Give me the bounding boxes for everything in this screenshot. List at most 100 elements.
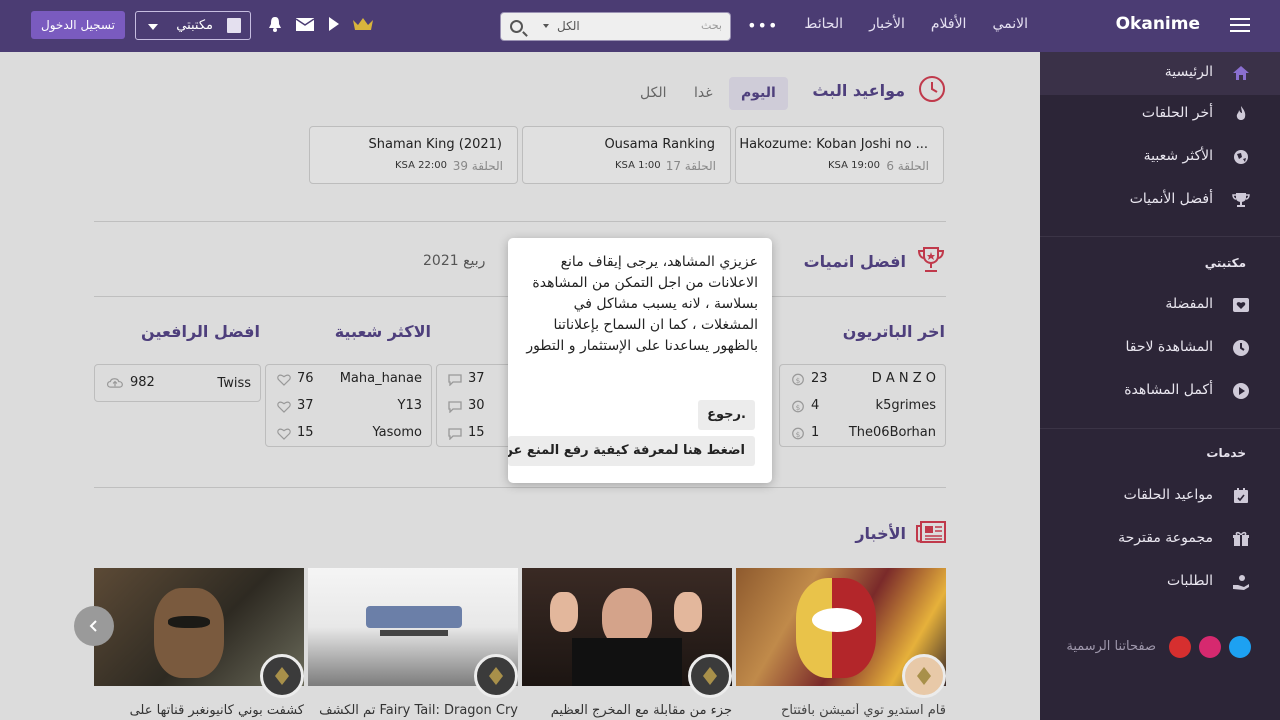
sidebar-item-label: الطلبات xyxy=(1167,573,1213,589)
sidebar-item-home[interactable]: الرئيسية xyxy=(1040,52,1280,95)
list-item[interactable]: Yasomo 15 xyxy=(266,419,431,446)
nav-anime[interactable]: الانمي xyxy=(992,16,1028,35)
user-value: 30 xyxy=(468,398,485,413)
sidebar-item-label: المشاهدة لاحقا xyxy=(1125,339,1213,355)
more-icon[interactable]: ••• xyxy=(747,16,778,35)
sidebar-item-label: أخر الحلقات xyxy=(1141,105,1213,121)
news-caption[interactable]: كشفت بوني كانيونغبر قناتها على xyxy=(94,703,304,718)
anime-name: Shaman King (2021) xyxy=(368,137,502,152)
sidebar-item-requests[interactable]: الطلبات xyxy=(1040,561,1280,604)
youtube-icon[interactable] xyxy=(1169,636,1191,658)
upload-icon xyxy=(106,378,123,388)
search-filter-select[interactable]: الكل xyxy=(557,19,580,33)
search-icon[interactable] xyxy=(510,20,523,33)
comment-icon xyxy=(448,428,462,440)
twitter-icon[interactable] xyxy=(1229,636,1251,658)
sidebar-item-suggested[interactable]: مجموعة مقترحة xyxy=(1040,518,1280,561)
bell-icon[interactable] xyxy=(268,16,282,32)
sidebar-item-label: الرئيسية xyxy=(1164,64,1213,80)
avatar[interactable] xyxy=(474,654,518,698)
nav-news[interactable]: الأخبار xyxy=(869,16,905,35)
nav-wall[interactable]: الحائط xyxy=(804,16,843,35)
clock-icon xyxy=(919,76,945,102)
coin-icon: $ xyxy=(792,427,804,440)
list-item[interactable]: k5grimes 4 $ xyxy=(780,392,945,419)
coin-icon: $ xyxy=(792,373,804,386)
sidebar-item-popular[interactable]: الأكثر شعبية xyxy=(1040,136,1280,179)
search-input[interactable]: بحث الكل xyxy=(500,12,731,41)
user-name: k5grimes xyxy=(875,398,936,413)
schedule-title: مواعيد البث xyxy=(812,81,905,100)
uploaders-title: افضل الرافعين xyxy=(141,322,260,341)
nav-movies[interactable]: الأفلام xyxy=(931,16,967,35)
crown-icon[interactable] xyxy=(352,16,374,32)
news-caption[interactable]: قام استديو توي أنميشن بافتتاح xyxy=(736,703,946,718)
chevron-down-icon xyxy=(148,24,158,30)
news-caption[interactable]: جزء من مقابلة مع المخرج العظيم xyxy=(522,703,732,718)
heart-icon xyxy=(277,401,291,413)
patreon-list: D A N Z O 23 $ k5grimes 4 $ The06Borhan 1 $ xyxy=(779,364,946,447)
user-value: 37 xyxy=(297,398,314,413)
newspaper-icon xyxy=(916,521,946,543)
user-name: Yasomo xyxy=(372,425,422,440)
user-value: 37 xyxy=(468,371,485,386)
login-button[interactable]: تسجيل الدخول xyxy=(31,11,125,39)
user-name: D A N Z O xyxy=(871,371,936,386)
episode-label: الحلقة 17 xyxy=(665,159,716,173)
sidebar-item-continue[interactable]: أكمل المشاهدة xyxy=(1040,370,1280,413)
avatar[interactable] xyxy=(902,654,946,698)
divider xyxy=(94,487,946,488)
tab-all[interactable]: الكل xyxy=(628,77,679,110)
instagram-icon[interactable] xyxy=(1199,636,1221,658)
avatar[interactable] xyxy=(688,654,732,698)
user-value: 15 xyxy=(297,425,314,440)
user-name: The06Borhan xyxy=(848,425,936,440)
list-item[interactable]: Twiss 982 xyxy=(95,365,260,401)
mail-icon[interactable] xyxy=(296,16,314,32)
schedule-card[interactable]: Shaman King (2021) الحلقة 39 KSA 22:00 xyxy=(309,126,518,184)
clock-icon xyxy=(1233,340,1249,356)
schedule-card[interactable]: Hakozume: Koban Joshi no ... الحلقة 6 KS… xyxy=(735,126,944,184)
season-label[interactable]: ربيع 2021 xyxy=(423,253,485,269)
sidebar-item-latest[interactable]: أخر الحلقات xyxy=(1040,93,1280,136)
user-value: 1 xyxy=(811,425,820,440)
brand-logo[interactable]: Okanime xyxy=(1116,14,1200,34)
menu-icon[interactable] xyxy=(1230,18,1250,32)
episode-label: الحلقة 39 xyxy=(452,159,503,173)
library-label: مكتبتي xyxy=(176,18,213,33)
sidebar-item-watch-later[interactable]: المشاهدة لاحقا xyxy=(1040,327,1280,370)
sidebar-item-best[interactable]: أفضل الأنميات xyxy=(1040,179,1280,222)
social-label: صفحاتنا الرسمية xyxy=(1066,639,1156,654)
list-item[interactable]: D A N Z O 23 $ xyxy=(780,365,945,392)
user-name: Maha_hanae xyxy=(339,371,422,386)
play-icon[interactable] xyxy=(328,16,340,32)
tab-tomorrow[interactable]: غدا xyxy=(682,77,725,110)
top-bar: Okanime الانمي الأفلام الأخبار الحائط ••… xyxy=(0,0,1280,52)
schedule-card[interactable]: Ousama Ranking الحلقة 17 KSA 1:00 xyxy=(522,126,731,184)
user-value: 15 xyxy=(468,425,485,440)
news-caption[interactable]: تم الكشف Fairy Tail: Dragon Cry xyxy=(308,703,518,718)
home-icon xyxy=(1233,66,1249,80)
top-anime-title: افضل انميات xyxy=(803,252,906,271)
library-dropdown[interactable]: مكتبتي xyxy=(135,11,251,40)
user-value: 76 xyxy=(297,371,314,386)
list-item[interactable]: The06Borhan 1 $ xyxy=(780,419,945,446)
request-icon xyxy=(1233,575,1249,590)
chevron-down-icon xyxy=(543,24,549,28)
sidebar-item-favorites[interactable]: المفضلة xyxy=(1040,284,1280,327)
tab-today[interactable]: اليوم xyxy=(729,77,788,110)
list-item[interactable]: Y13 37 xyxy=(266,392,431,419)
list-item[interactable]: Maha_hanae 76 xyxy=(266,365,431,392)
play-icon xyxy=(1233,383,1249,399)
air-time: KSA 1:00 xyxy=(615,160,661,171)
svg-text:$: $ xyxy=(796,403,801,412)
uploaders-list: Twiss 982 xyxy=(94,364,261,402)
search-placeholder: بحث xyxy=(701,19,722,32)
avatar[interactable] xyxy=(260,654,304,698)
carousel-prev-button[interactable] xyxy=(74,606,114,646)
adblock-help-link[interactable]: اضغط هنا لمعرفة كيفية رفع المنع عن xyxy=(508,436,755,466)
back-button[interactable]: رجوع. xyxy=(698,400,755,430)
bookmark-icon xyxy=(227,18,241,33)
sidebar-item-schedule[interactable]: مواعيد الحلقات xyxy=(1040,475,1280,518)
adblock-modal: عزيزي المشاهد، يرجى إيقاف مانع الاعلانات… xyxy=(508,238,772,483)
